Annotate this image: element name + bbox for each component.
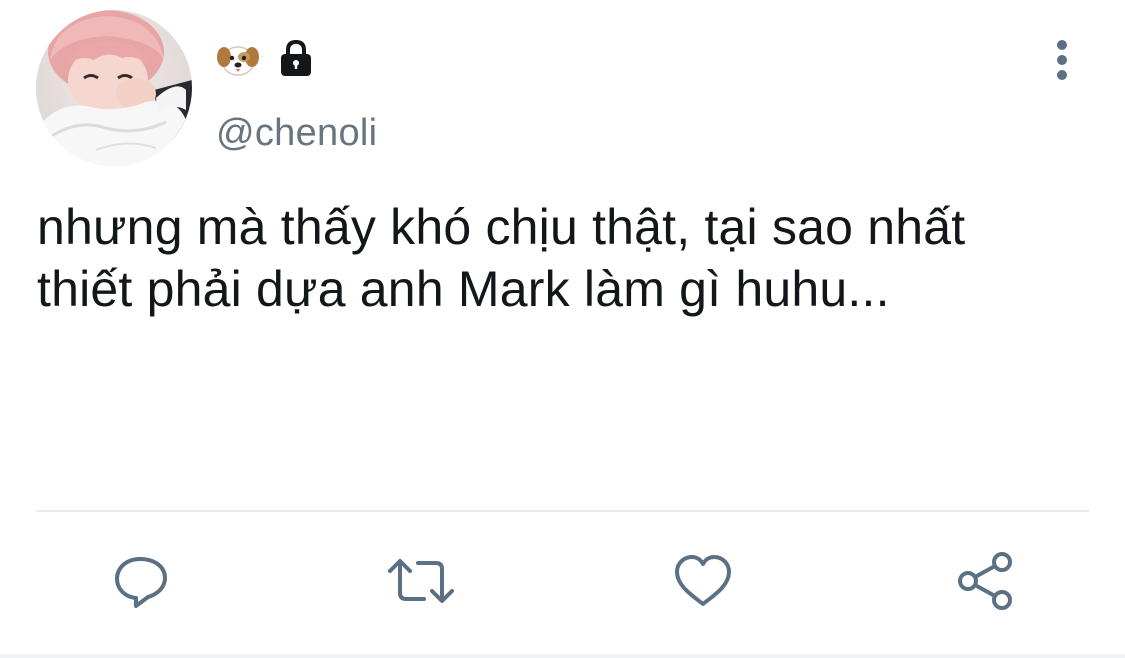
retweet-button[interactable] — [386, 548, 456, 618]
lock-icon — [276, 39, 316, 79]
user-handle[interactable]: @chenoli — [216, 112, 377, 155]
divider — [36, 510, 1089, 512]
display-name-row — [216, 38, 316, 80]
vertical-ellipsis-icon[interactable] — [1044, 38, 1080, 82]
tweet-actions — [0, 548, 1125, 618]
like-icon — [673, 554, 733, 613]
dog-face-icon — [216, 39, 260, 79]
like-button[interactable] — [668, 548, 738, 618]
avatar[interactable] — [36, 10, 192, 166]
tweet-text: nhưng mà thấy khó chịu thật, tại sao nhấ… — [37, 199, 966, 317]
share-icon — [955, 551, 1015, 616]
bottom-divider — [0, 654, 1125, 658]
tweet-card: @chenoli nhưng mà thấy khó chịu thật, tạ… — [0, 0, 1125, 658]
reply-icon — [112, 553, 170, 614]
avatar-image — [36, 10, 192, 166]
share-button[interactable] — [950, 548, 1020, 618]
retweet-icon — [386, 553, 456, 614]
reply-button[interactable] — [106, 548, 176, 618]
